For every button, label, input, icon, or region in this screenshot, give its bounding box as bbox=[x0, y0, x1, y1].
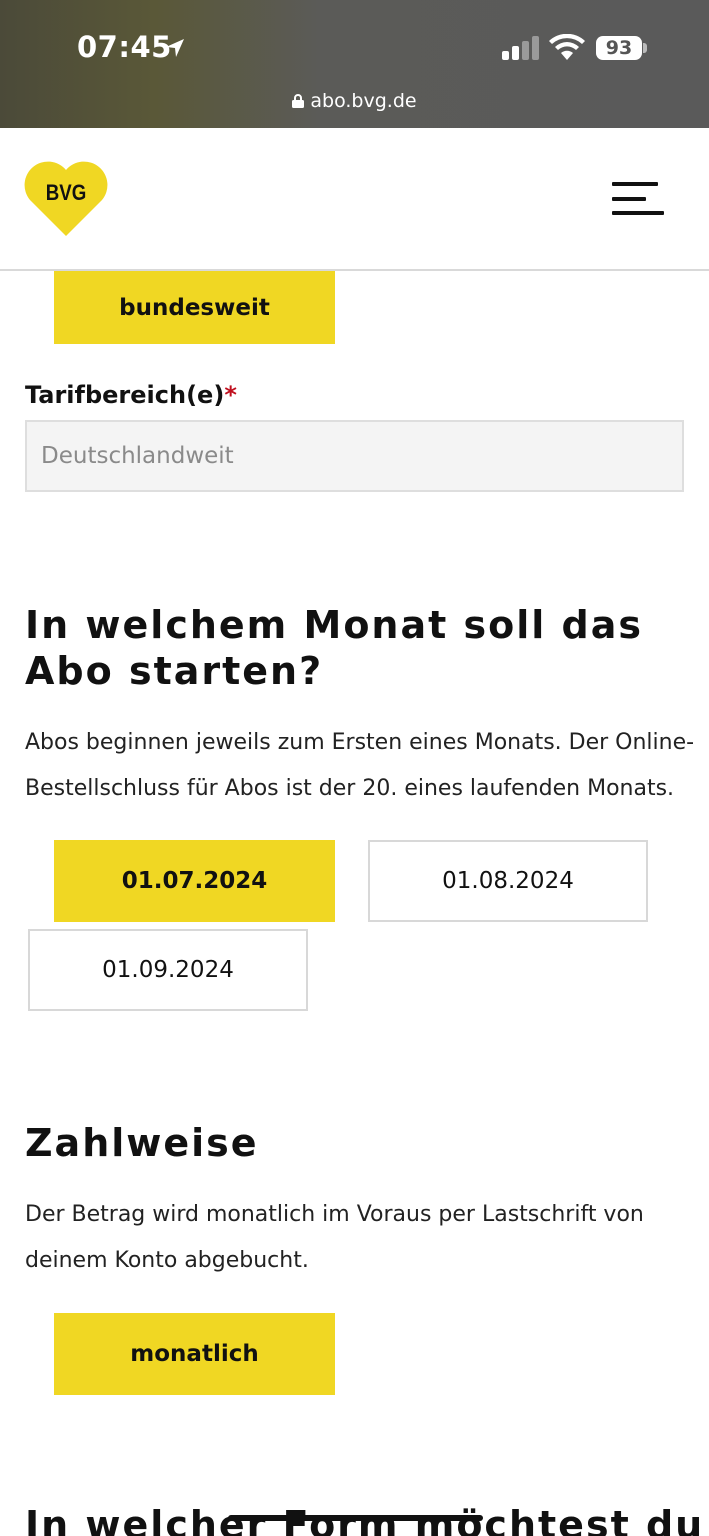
start-option-1[interactable]: 01.08.2024 bbox=[368, 840, 648, 922]
scope-option-bundesweit[interactable]: bundesweit bbox=[54, 271, 335, 344]
location-arrow-icon bbox=[166, 39, 184, 57]
status-bar: 07:45 93 abo.bvg.de bbox=[0, 0, 709, 128]
start-option-2[interactable]: 01.09.2024 bbox=[28, 929, 308, 1011]
tarif-label-text: Tarifbereich(e) bbox=[25, 381, 225, 409]
battery-indicator: 93 bbox=[596, 36, 642, 60]
start-month-description: Abos beginnen jeweils zum Ersten eines M… bbox=[25, 730, 695, 801]
required-mark: * bbox=[224, 381, 237, 409]
address-bar[interactable]: abo.bvg.de bbox=[0, 90, 709, 112]
cellular-signal-icon bbox=[502, 36, 539, 60]
payment-option-monatlich[interactable]: monatlich bbox=[54, 1313, 335, 1395]
site-header: BVG bbox=[0, 128, 709, 271]
tarif-label: Tarifbereich(e)* bbox=[25, 381, 237, 409]
hamburger-menu-icon[interactable] bbox=[612, 182, 664, 216]
wifi-icon bbox=[549, 34, 585, 60]
lock-icon bbox=[292, 94, 305, 108]
status-time: 07:45 bbox=[77, 30, 172, 64]
logo-text: BVG bbox=[45, 180, 87, 205]
start-option-0[interactable]: 01.07.2024 bbox=[54, 840, 335, 922]
scroll-indicator[interactable] bbox=[228, 1515, 483, 1521]
url-text: abo.bvg.de bbox=[310, 90, 417, 112]
start-month-heading: In welchem Monat soll das Abo starten? bbox=[25, 603, 643, 693]
tarif-field[interactable]: Deutschlandweit bbox=[25, 420, 684, 492]
payment-description: Der Betrag wird monatlich im Voraus per … bbox=[25, 1202, 644, 1273]
battery-tip bbox=[643, 43, 647, 53]
payment-heading: Zahlweise bbox=[25, 1121, 259, 1165]
